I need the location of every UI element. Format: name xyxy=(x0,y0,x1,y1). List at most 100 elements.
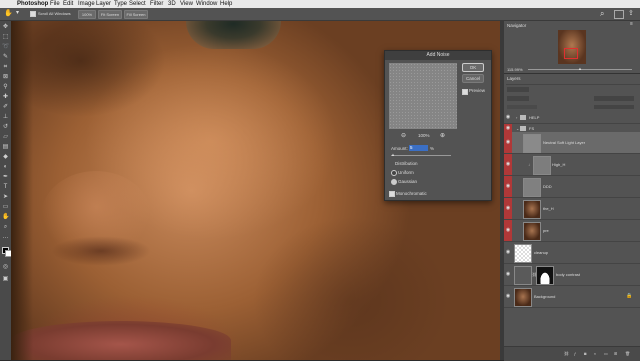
hand-tool-icon[interactable]: ✋ xyxy=(2,214,9,220)
amount-slider-handle[interactable]: ▲ xyxy=(391,153,395,157)
menu-window[interactable]: Window xyxy=(196,0,217,8)
share-icon[interactable]: ⇪ xyxy=(628,9,634,18)
chevron-down-icon[interactable]: ⌄ xyxy=(516,126,519,131)
menu-view[interactable]: View xyxy=(180,0,193,8)
move-tool-icon[interactable]: ✥ xyxy=(2,24,9,30)
gaussian-radio[interactable] xyxy=(391,179,397,185)
monochromatic-checkbox[interactable] xyxy=(389,191,395,197)
frame-tool-icon[interactable]: ⊠ xyxy=(2,74,9,80)
brush-tool-icon[interactable]: ✐ xyxy=(2,104,9,110)
menu-filter[interactable]: Filter xyxy=(150,0,163,8)
chevron-down-icon[interactable]: ▾ xyxy=(16,10,19,17)
fill-field[interactable] xyxy=(594,105,634,109)
menu-edit[interactable]: Edit xyxy=(63,0,73,8)
ok-button[interactable]: OK xyxy=(462,63,484,72)
zoom-100-button[interactable]: 100% xyxy=(78,10,96,19)
search-icon[interactable]: ⌕ xyxy=(600,9,604,18)
menu-select[interactable]: Select xyxy=(129,0,146,8)
cancel-button[interactable]: Cancel xyxy=(462,74,484,83)
add-mask-icon[interactable]: ◙ xyxy=(584,351,586,356)
trash-icon[interactable]: 🗑 xyxy=(625,351,630,356)
layer-row[interactable]: ◉ pre xyxy=(504,220,640,242)
menu-3d[interactable]: 3D xyxy=(168,0,176,8)
panel-menu-icon[interactable]: ≡ xyxy=(630,22,633,27)
layer-row[interactable]: ◉ cleanup xyxy=(504,242,640,264)
layer-name: the_H xyxy=(543,206,554,211)
navigator-tab[interactable]: Navigator xyxy=(507,23,526,28)
crop-tool-icon[interactable]: ⌗ xyxy=(2,64,9,70)
more-tools-icon[interactable]: … xyxy=(2,234,9,240)
visibility-eye-icon[interactable]: ◉ xyxy=(505,115,511,120)
visibility-eye-icon[interactable]: ◉ xyxy=(505,206,511,211)
marquee-tool-icon[interactable]: ⬚ xyxy=(2,34,9,40)
zoom-out-icon[interactable]: ⊖ xyxy=(401,132,406,139)
fx-icon[interactable]: ƒ xyxy=(574,351,576,356)
gradient-tool-icon[interactable]: ▤ xyxy=(2,144,9,150)
new-group-icon[interactable]: ▭ xyxy=(604,351,608,356)
navigator-zoom-value[interactable]: 115.99% xyxy=(507,67,523,72)
options-bar: ✋ ▾ Scroll All Windows 100% Fit Screen F… xyxy=(0,8,640,21)
dodge-tool-icon[interactable]: ◐ xyxy=(2,164,9,170)
layer-filter-select[interactable] xyxy=(507,87,529,92)
lock-controls[interactable] xyxy=(507,105,537,109)
uniform-radio[interactable] xyxy=(391,170,397,176)
eraser-tool-icon[interactable]: ▱ xyxy=(2,134,9,140)
blend-mode-select[interactable] xyxy=(507,96,529,101)
menu-app[interactable]: Photoshop xyxy=(17,0,48,8)
adjustment-layer-icon[interactable]: ◐ xyxy=(594,351,596,356)
pen-tool-icon[interactable]: ✒ xyxy=(2,174,9,180)
fit-screen-button[interactable]: Fit Screen xyxy=(98,10,122,19)
layer-row[interactable]: ◉ ⛓ body contrast xyxy=(504,264,640,286)
opacity-field[interactable] xyxy=(594,96,634,101)
quick-mask-icon[interactable]: ◎ xyxy=(2,264,9,270)
visibility-eye-icon[interactable]: ◉ xyxy=(505,250,511,255)
chevron-right-icon[interactable]: › xyxy=(516,115,517,120)
type-tool-icon[interactable]: T xyxy=(2,184,9,190)
screen-mode-icon[interactable]: ▣ xyxy=(2,276,9,282)
new-layer-icon[interactable]: ⊞ xyxy=(614,351,617,356)
layer-row[interactable]: ◉ DDD xyxy=(504,176,640,198)
lasso-tool-icon[interactable]: ➰ xyxy=(2,44,9,50)
layer-row[interactable]: ◉ Background 🔒 xyxy=(504,286,640,308)
visibility-eye-icon[interactable]: ◉ xyxy=(505,140,511,145)
gaussian-label: Gaussian xyxy=(398,179,418,184)
layer-row[interactable]: ◉ ↓ High_H xyxy=(504,154,640,176)
navigator-thumbnail[interactable] xyxy=(558,30,586,64)
layers-tab[interactable]: Layers xyxy=(507,76,521,81)
layer-row-selected[interactable]: ◉ Neutral Soft Light Layer xyxy=(504,132,640,154)
zoom-in-icon[interactable]: ⊕ xyxy=(440,132,445,139)
blur-tool-icon[interactable]: ◆ xyxy=(2,154,9,160)
clone-stamp-tool-icon[interactable]: ⊥ xyxy=(2,114,9,120)
menu-help[interactable]: Help xyxy=(220,0,232,8)
visibility-eye-icon[interactable]: ◉ xyxy=(505,294,511,299)
menu-type[interactable]: Type xyxy=(114,0,127,8)
visibility-eye-icon[interactable]: ◉ xyxy=(505,162,511,167)
link-layers-icon[interactable]: ⛓ xyxy=(564,351,569,356)
quick-select-tool-icon[interactable]: ✎ xyxy=(2,54,9,60)
noise-preview-window[interactable] xyxy=(389,63,457,129)
eyedropper-tool-icon[interactable]: ⚲ xyxy=(2,84,9,90)
amount-input[interactable]: 5 xyxy=(409,145,428,151)
visibility-eye-icon[interactable]: ◉ xyxy=(505,228,511,233)
navigator-zoom-handle[interactable]: ▲ xyxy=(578,67,582,71)
navigator-view-box[interactable] xyxy=(564,48,578,59)
fill-screen-button[interactable]: Fill Screen xyxy=(124,10,148,19)
amount-slider-track[interactable] xyxy=(391,155,451,156)
workspace-icon[interactable] xyxy=(614,10,624,19)
menu-layer[interactable]: Layer xyxy=(96,0,111,8)
history-brush-tool-icon[interactable]: ↺ xyxy=(2,124,9,130)
layer-row[interactable]: ◉ the_H xyxy=(504,198,640,220)
layer-row[interactable]: ◉ › HELP xyxy=(504,113,640,124)
visibility-eye-icon[interactable]: ◉ xyxy=(505,272,511,277)
rectangle-tool-icon[interactable]: ▭ xyxy=(2,204,9,210)
layer-name: Neutral Soft Light Layer xyxy=(543,140,586,145)
visibility-eye-icon[interactable]: ◉ xyxy=(505,184,511,189)
visibility-eye-icon[interactable]: ◉ xyxy=(505,126,511,131)
preview-checkbox[interactable] xyxy=(462,89,468,95)
menu-image[interactable]: Image xyxy=(78,0,95,8)
menu-file[interactable]: File xyxy=(50,0,60,8)
path-select-tool-icon[interactable]: ➤ xyxy=(2,194,9,200)
scroll-all-checkbox[interactable] xyxy=(30,11,36,17)
zoom-tool-icon[interactable]: ⌕ xyxy=(2,224,9,230)
healing-brush-tool-icon[interactable]: ✚ xyxy=(2,94,9,100)
